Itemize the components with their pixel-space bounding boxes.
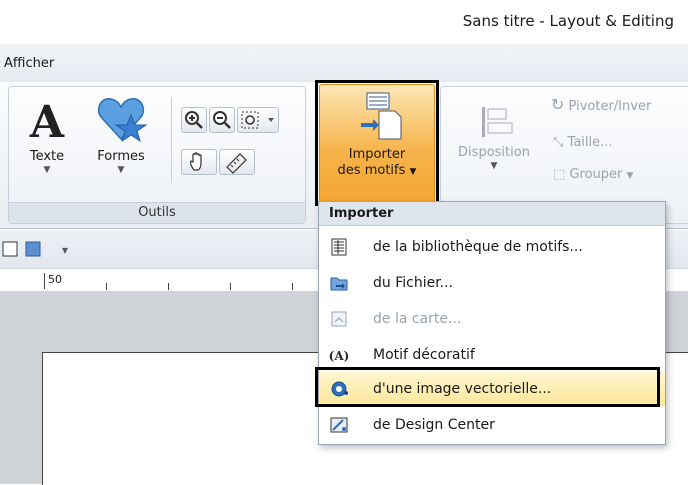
formes-label: Formes — [97, 149, 145, 164]
card-icon — [331, 311, 347, 327]
importer-line1: Importer — [348, 147, 406, 162]
ruler-icon — [226, 153, 247, 174]
texte-caret-icon: ▼ — [43, 165, 51, 175]
svg-text:▾: ▾ — [62, 243, 68, 257]
design-center-icon — [330, 417, 348, 433]
zoom-in-icon — [185, 111, 203, 129]
svg-text:A: A — [29, 97, 65, 145]
importer-line2: des motifs — [337, 163, 406, 178]
menu-item-label: de Design Center — [373, 417, 495, 433]
library-icon — [331, 238, 347, 256]
texte-label: Texte — [29, 149, 65, 164]
formes-button[interactable]: Formes ▼ — [87, 93, 155, 175]
disposition-button[interactable]: Disposition ▼ — [449, 101, 539, 171]
disposition-caret-icon: ▼ — [490, 161, 498, 171]
pivoter-label: Pivoter/Inver — [568, 99, 652, 114]
zoom-out-button[interactable] — [209, 107, 235, 133]
menu-item-label: de la carte... — [373, 311, 462, 327]
zoom-out-icon — [213, 111, 231, 129]
menu-item-design-center[interactable]: de Design Center — [319, 408, 665, 442]
hand-icon — [190, 152, 202, 171]
menu-item-library[interactable]: de la bibliothèque de motifs... — [319, 230, 665, 264]
menu-item-file[interactable]: du Fichier... — [319, 266, 665, 300]
grouper-button[interactable]: ⬚ Grouper ▼ — [553, 167, 633, 182]
disposition-icon — [482, 107, 513, 137]
shapes-icon — [97, 98, 148, 143]
zoom-in-button[interactable] — [181, 107, 207, 133]
rotate-icon: ↻ — [551, 95, 565, 114]
zoom-fit-icon — [241, 111, 274, 129]
menu-item-label: d'une image vectorielle... — [373, 381, 552, 397]
menu-bar: Afficher — [0, 44, 688, 83]
formes-caret-icon: ▼ — [117, 165, 125, 175]
window-title: Sans titre - Layout & Editing — [462, 12, 674, 30]
menu-item-decorative[interactable]: (A) Motif décoratif — [319, 338, 665, 372]
folder-icon — [330, 277, 348, 291]
importer-dropdown-menu: Importer de la bibliothèque de motifs...… — [318, 201, 666, 445]
texte-button[interactable]: A Texte ▼ — [19, 93, 75, 175]
vector-image-icon — [331, 381, 348, 397]
menu-item-card[interactable]: de la carte... — [319, 302, 665, 336]
resize-icon: ⤡ — [553, 135, 564, 150]
menu-item-vector[interactable]: d'une image vectorielle... — [319, 372, 665, 406]
importer-motifs-button[interactable]: Importer des motifs ▼ — [319, 84, 435, 206]
grouper-caret-icon: ▼ — [626, 171, 634, 181]
menu-item-label: du Fichier... — [373, 275, 454, 291]
group-outils: A Texte ▼ Formes ▼ Outils — [8, 86, 306, 224]
decorative-motif-icon: (A) — [329, 349, 349, 363]
group-icon: ⬚ — [553, 167, 566, 182]
pan-button[interactable] — [181, 149, 217, 175]
menu-item-label: de la bibliothèque de motifs... — [373, 239, 583, 255]
disposition-label: Disposition — [458, 145, 530, 160]
grouper-label: Grouper — [569, 167, 623, 182]
title-bar: Sans titre - Layout & Editing — [0, 0, 688, 44]
zoom-fit-button[interactable] — [237, 107, 279, 133]
svg-text:(A): (A) — [329, 349, 349, 363]
group-outils-label: Outils — [9, 202, 305, 223]
menu-afficher[interactable]: Afficher — [4, 56, 54, 71]
importer-caret-icon: ▼ — [409, 167, 417, 177]
measure-button[interactable] — [219, 149, 255, 175]
text-a-icon: A — [29, 97, 65, 148]
import-patterns-icon — [361, 92, 402, 140]
pivoter-button[interactable]: ↻ Pivoter/Inver — [551, 95, 651, 114]
separator — [171, 97, 174, 183]
menu-item-label: Motif décoratif — [373, 347, 475, 363]
ruler-mark: 50 — [48, 273, 62, 286]
dropdown-header: Importer — [319, 202, 665, 226]
qat-icons: ▾ — [2, 241, 68, 257]
taille-button[interactable]: ⤡ Taille... — [553, 135, 613, 150]
taille-label: Taille... — [567, 135, 613, 150]
